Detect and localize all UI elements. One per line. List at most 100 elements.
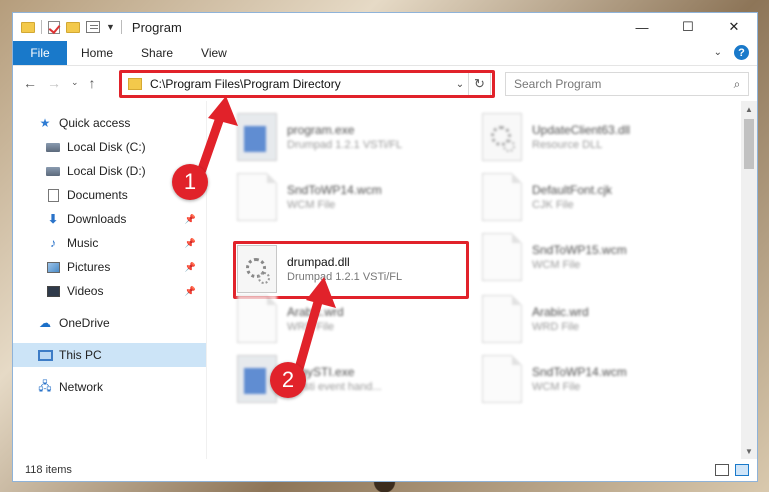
document-icon xyxy=(45,188,61,202)
sidebar-item-onedrive[interactable]: ☁ OneDrive xyxy=(13,311,206,335)
pin-icon[interactable]: 📌 xyxy=(185,238,196,249)
sidebar-item-label: OneDrive xyxy=(59,316,110,330)
back-arrow-icon[interactable]: ← xyxy=(23,75,37,91)
file-item[interactable]: SndToWP14.wcm WCM File xyxy=(237,169,467,225)
drive-icon xyxy=(45,140,61,154)
sidebar-item-this-pc[interactable]: This PC xyxy=(13,343,206,367)
pin-icon[interactable]: 📌 xyxy=(185,214,196,225)
file-item[interactable]: DefaultFont.cjk CJK File xyxy=(482,169,712,225)
file-item[interactable]: SndToWP14.wcm WCM File xyxy=(482,351,712,407)
file-icon xyxy=(237,173,277,221)
properties-icon[interactable] xyxy=(86,21,100,33)
navigation-pane: ★ Quick access Local Disk (C:) Local Dis… xyxy=(13,101,207,459)
scroll-down-arrow-icon[interactable]: ▼ xyxy=(741,443,757,459)
sidebar-item-local-disk-c[interactable]: Local Disk (C:) xyxy=(13,135,206,159)
search-icon[interactable]: ⌕ xyxy=(726,77,748,92)
up-arrow-icon[interactable]: ↑ xyxy=(89,75,96,91)
sidebar-item-label: This PC xyxy=(59,348,102,362)
dll-file-icon xyxy=(482,113,522,161)
sidebar-item-label: Network xyxy=(59,380,104,394)
file-type: CJK File xyxy=(532,199,574,211)
pictures-icon xyxy=(45,260,61,274)
vertical-scrollbar[interactable]: ▲ ▼ xyxy=(741,101,757,459)
scroll-up-arrow-icon[interactable]: ▲ xyxy=(741,101,757,117)
search-placeholder: Search Program xyxy=(514,77,602,91)
file-type: Drumpad 1.2.1 VSTi/FL xyxy=(287,139,403,151)
file-item[interactable]: Arabic.wrd WRD File xyxy=(237,291,467,347)
sidebar-item-label: Videos xyxy=(67,284,104,298)
file-item[interactable]: program.exe Drumpad 1.2.1 VSTi/FL xyxy=(237,109,467,165)
sidebar-item-label: Pictures xyxy=(67,260,111,274)
sidebar-item-label: Downloads xyxy=(67,212,127,226)
expand-ribbon-chevron-icon[interactable]: ⌄ xyxy=(714,47,722,58)
file-icon xyxy=(237,295,277,343)
minimize-button[interactable]: — xyxy=(619,13,665,41)
navigation-buttons: ← → ⌄ ↑ xyxy=(13,75,121,91)
maximize-button[interactable]: ☐ xyxy=(665,13,711,41)
file-type: Resource DLL xyxy=(532,139,603,151)
sidebar-item-pictures[interactable]: Pictures 📌 xyxy=(13,255,206,279)
pin-icon[interactable]: 📌 xyxy=(185,286,196,297)
window-controls: — ☐ ✕ xyxy=(619,13,757,41)
properties-check-icon[interactable] xyxy=(48,20,60,34)
file-type: WCM File xyxy=(532,259,581,271)
video-film-icon xyxy=(45,284,61,298)
file-type: WRD File xyxy=(532,321,580,333)
step-2-badge: 2 xyxy=(270,362,306,398)
quick-access-toolbar: ▼ xyxy=(21,20,122,34)
customize-toolbar-dropdown-icon[interactable]: ▼ xyxy=(106,22,115,32)
details-view-icon[interactable] xyxy=(715,464,729,476)
new-folder-icon[interactable] xyxy=(66,21,80,33)
sidebar-item-downloads[interactable]: ⬇ Downloads 📌 xyxy=(13,207,206,231)
help-icon[interactable]: ? xyxy=(734,45,749,60)
file-type: WRD File xyxy=(287,321,335,333)
pin-icon[interactable]: 📌 xyxy=(185,262,196,273)
folder-icon xyxy=(21,21,35,33)
tab-file[interactable]: File xyxy=(13,41,67,65)
file-icon xyxy=(482,233,522,281)
file-type: WCM File xyxy=(532,381,581,393)
file-explorer-window: ▼ Program — ☐ ✕ File Home Share View ⌄ ?… xyxy=(12,12,758,482)
navigation-bar: ← → ⌄ ↑ C:\Program Files\Program Directo… xyxy=(13,65,757,99)
file-name: SndToWP14.wcm xyxy=(287,183,382,197)
file-name: UpdateClient63.dll xyxy=(532,123,631,137)
file-name: SndToWP14.wcm xyxy=(532,365,627,379)
file-item[interactable]: Arabic.wrd WRD File xyxy=(482,291,712,347)
file-name: Arabic.wrd xyxy=(287,305,344,319)
scrollbar-thumb[interactable] xyxy=(744,119,754,169)
file-name: SndToWP15.wcm xyxy=(532,243,627,257)
step-1-badge: 1 xyxy=(172,164,208,200)
close-button[interactable]: ✕ xyxy=(711,13,757,41)
tab-view[interactable]: View xyxy=(187,46,241,60)
sidebar-item-network[interactable]: 🖧 Network xyxy=(13,375,206,399)
sidebar-item-videos[interactable]: Videos 📌 xyxy=(13,279,206,303)
cloud-icon: ☁ xyxy=(39,316,51,330)
file-item[interactable]: UpdateClient63.dll Resource DLL xyxy=(482,109,712,165)
exe-file-icon xyxy=(237,113,277,161)
main-area: ★ Quick access Local Disk (C:) Local Dis… xyxy=(13,101,757,459)
separator xyxy=(120,20,122,34)
sidebar-item-label: Quick access xyxy=(59,116,131,130)
tab-share[interactable]: Share xyxy=(127,46,187,60)
view-toggle xyxy=(715,464,749,476)
forward-arrow-icon[interactable]: → xyxy=(47,75,61,91)
status-bar: 118 items xyxy=(13,459,757,481)
recent-locations-dropdown-icon[interactable]: ⌄ xyxy=(71,77,79,88)
star-icon: ★ xyxy=(39,116,51,130)
title-bar: ▼ Program — ☐ ✕ xyxy=(13,13,757,41)
tab-home[interactable]: Home xyxy=(67,46,127,60)
file-icon xyxy=(482,173,522,221)
ribbon-controls: ⌄ ? xyxy=(714,45,749,60)
file-type: WCM File xyxy=(287,199,336,211)
sidebar-item-quick-access[interactable]: ★ Quick access xyxy=(13,111,206,135)
search-input[interactable]: Search Program ⌕ xyxy=(505,72,749,96)
music-note-icon: ♪ xyxy=(50,236,56,250)
large-icons-view-icon[interactable] xyxy=(735,464,749,476)
sidebar-item-music[interactable]: ♪ Music 📌 xyxy=(13,231,206,255)
sidebar-item-label: Music xyxy=(67,236,99,250)
file-name: program.exe xyxy=(287,123,355,137)
download-arrow-icon: ⬇ xyxy=(47,212,59,226)
file-item[interactable]: SndToWP15.wcm WCM File xyxy=(482,229,712,285)
window-title: Program xyxy=(131,19,182,35)
sidebar-item-label: Local Disk (C:) xyxy=(67,140,146,154)
